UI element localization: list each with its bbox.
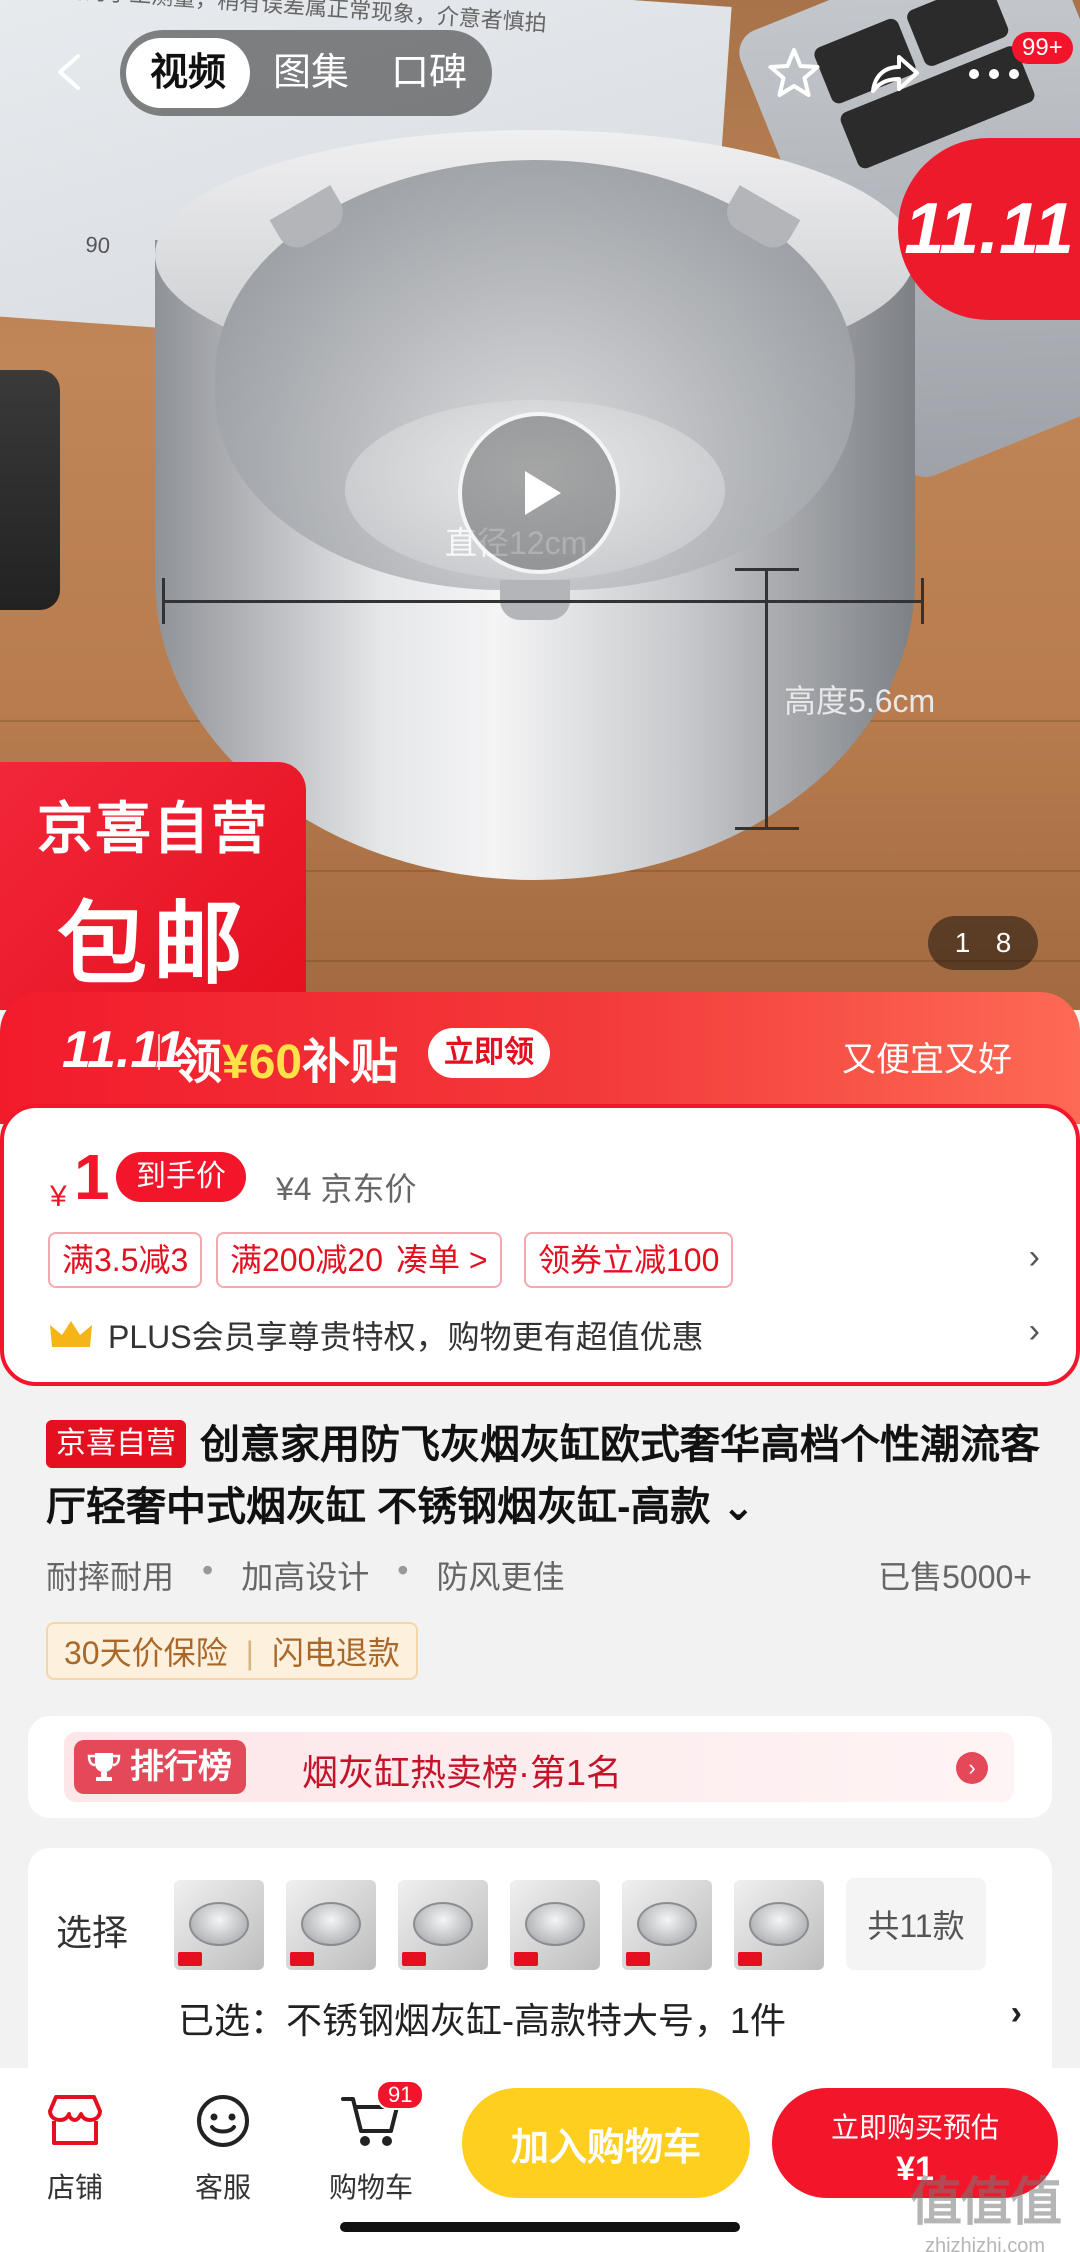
shop-button[interactable]: 店铺 [20, 2086, 130, 2206]
selected-variant-text: 已选：不锈钢烟灰缸-高款特大号，1件 [178, 2000, 787, 2041]
tab-gallery[interactable]: 图集 [252, 38, 370, 108]
chevron-left-icon [58, 54, 80, 90]
paper-number: 06 [84, 231, 111, 259]
sold-count: 已售5000+ [878, 1559, 1032, 1595]
service-guarantee-tag[interactable]: 30天价保险 | 闪电退款 [46, 1622, 418, 1680]
message-count-badge: 99+ [1012, 32, 1073, 64]
select-label: 选择 [56, 1912, 129, 1953]
chevron-right-icon[interactable]: › [1029, 1312, 1040, 1351]
smiley-chat-icon [197, 2095, 249, 2147]
variant-thumbnail[interactable] [398, 1880, 488, 1970]
discount-chip[interactable]: 满200减20 [216, 1232, 397, 1288]
add-to-cart-button[interactable]: 加入购物车 [462, 2088, 750, 2198]
product-title[interactable]: 创意家用防飞灰烟灰缸欧式奢华高档个性潮流客厅轻奢中式烟灰缸 不锈钢烟灰缸-高款 … [46, 1414, 1046, 1538]
top-navigation-bar: 视频 图集 口碑 99+ [0, 28, 1080, 118]
subsidy-text: 领¥60补贴 [174, 1036, 399, 1089]
height-measure-line [735, 568, 799, 830]
diameter-measure-line [162, 578, 924, 624]
currency-symbol: ¥ [50, 1180, 67, 1213]
customer-service-button[interactable]: 客服 [168, 2086, 278, 2206]
variant-select-card[interactable]: 选择 共11款 已选：不锈钢烟灰缸-高款特大号，1件 › [28, 1848, 1052, 2068]
shop-icon [48, 2095, 102, 2145]
double-eleven-corner-logo: 11.11 [898, 138, 1080, 320]
promo-logo: 11.11 [62, 1021, 185, 1079]
promo-slogan: 又便宜又好 [842, 1041, 1012, 1079]
trophy-icon [87, 1753, 121, 1781]
final-price: 1 [74, 1141, 110, 1213]
height-label: 高度5.6cm [784, 683, 936, 719]
feature-item: 耐摔耐用 [46, 1559, 175, 1595]
final-price-tag: 到手价 [116, 1152, 246, 1202]
shop-label: 店铺 [46, 2172, 103, 2203]
chevron-right-icon[interactable]: › [956, 1752, 988, 1784]
share-button[interactable] [862, 42, 926, 106]
crown-icon [50, 1321, 92, 1347]
cart-label: 购物车 [328, 2172, 413, 2203]
feature-item: 防风更佳 [436, 1559, 565, 1595]
background-stone [0, 370, 60, 610]
cart-count-badge: 91 [376, 2080, 425, 2110]
back-button[interactable] [40, 42, 100, 102]
plus-membership-text: PLUS会员享尊贵特权，购物更有超值优惠 [108, 1319, 704, 1355]
share-icon [871, 55, 919, 93]
instant-refund-label: 闪电退款 [271, 1635, 400, 1671]
site-watermark: 值值值 zhizhizhi.com [909, 2160, 1062, 2252]
feature-list: 耐摔耐用 • 加高设计 • 防风更佳 [46, 1552, 564, 1598]
chevron-down-icon[interactable]: ⌄ [710, 1485, 756, 1529]
chevron-right-icon[interactable]: › [1011, 1994, 1022, 2033]
home-indicator[interactable] [340, 2222, 740, 2232]
discount-chip[interactable]: 满3.5减3 [48, 1232, 203, 1288]
ranking-card[interactable]: 排行榜 烟灰缸热卖榜·第1名 › [28, 1716, 1052, 1818]
badge-line2: 包邮 [57, 895, 249, 995]
price-card: ¥ 1 到手价 ¥4 京东价 满3.5减3 满200减20 凑单 > 领券立减1… [0, 1104, 1080, 1386]
more-dots-icon [969, 69, 1019, 79]
jd-price: ¥4 京东价 [276, 1171, 417, 1207]
tab-video[interactable]: 视频 [126, 38, 250, 108]
variant-total-count[interactable]: 共11款 [846, 1878, 986, 1970]
product-media-carousel[interactable]: *尺寸均为手工测量，稍有误差属正常现象，介意者慎拍 06 直径12cm 高度5.… [0, 0, 1080, 1010]
chevron-right-icon[interactable]: › [1029, 1238, 1040, 1277]
badge-line1: 京喜自营 [37, 797, 269, 860]
price-protection-label: 30天价保险 [64, 1635, 228, 1671]
claim-subsidy-button[interactable]: 立即领 [428, 1028, 550, 1078]
media-tab-switcher: 视频 图集 口碑 [120, 30, 492, 116]
page-current: 1 [954, 927, 971, 958]
watermark-logo: 值值值 [909, 2174, 1062, 2232]
star-icon [768, 48, 820, 97]
tab-reviews[interactable]: 口碑 [372, 38, 486, 108]
page-total: 8 [995, 927, 1012, 958]
variant-thumbnail[interactable] [286, 1880, 376, 1970]
favorite-button[interactable] [762, 42, 826, 106]
watermark-url: zhizhizhi.com [924, 2235, 1046, 2252]
coupon-chip[interactable]: 领券立减100 [524, 1232, 734, 1288]
ranking-pill: 排行榜 [74, 1740, 246, 1794]
variant-thumbnail[interactable] [510, 1880, 600, 1970]
variant-thumbnail[interactable] [622, 1880, 712, 1970]
ranking-text: 烟灰缸热卖榜·第1名 [302, 1752, 623, 1793]
product-info-section: 京喜自营 创意家用防飞灰烟灰缸欧式奢华高档个性潮流客厅轻奢中式烟灰缸 不锈钢烟灰… [0, 1386, 1080, 1696]
plus-membership-row[interactable]: PLUS会员享尊贵特权，购物更有超值优惠 [48, 1312, 704, 1358]
self-operated-badge: 京喜自营 包邮 [0, 762, 306, 1010]
play-video-button[interactable] [458, 412, 620, 574]
customer-service-label: 客服 [194, 2172, 251, 2203]
image-page-indicator: 1 8 [928, 916, 1038, 970]
variant-thumbnail[interactable] [734, 1880, 824, 1970]
feature-item: 加高设计 [241, 1559, 370, 1595]
buy-now-label: 立即购买预估 [830, 2112, 999, 2143]
play-icon [525, 471, 561, 515]
cart-button[interactable]: 91 购物车 [316, 2080, 426, 2206]
variant-thumbnail[interactable] [174, 1880, 264, 1970]
add-on-order-chip[interactable]: 凑单 > [384, 1232, 502, 1288]
